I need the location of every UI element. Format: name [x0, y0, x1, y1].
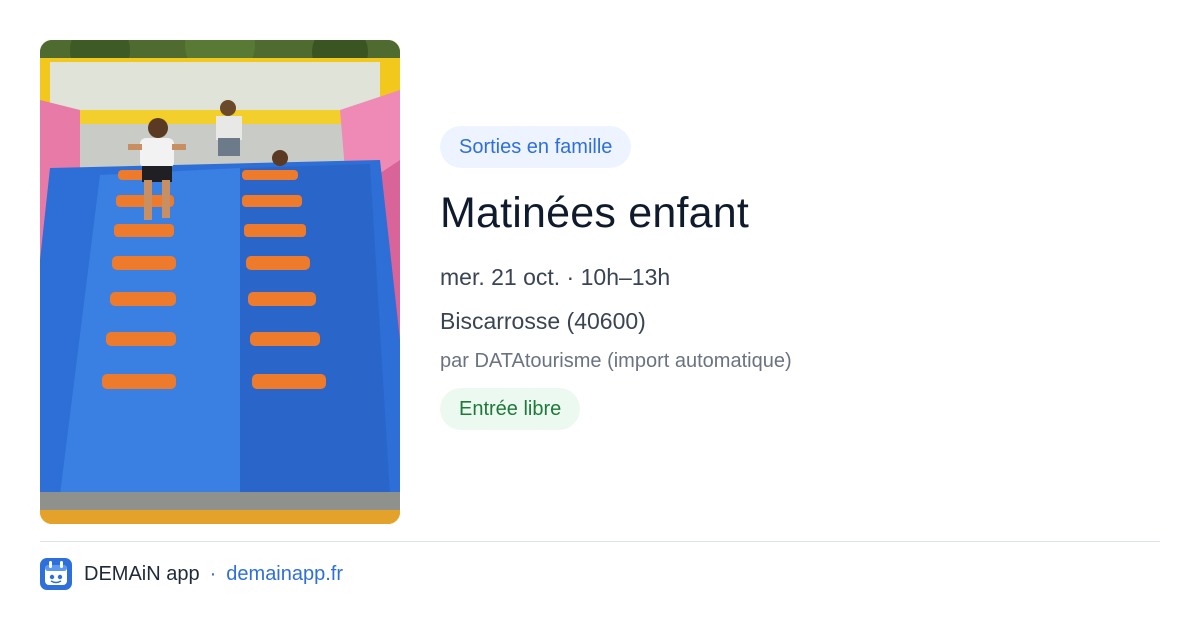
event-date-time: mer. 21 oct. · 10h–13h — [440, 264, 671, 290]
app-url-link[interactable]: demainapp.fr — [226, 563, 343, 586]
footer: DEMAiN app · demainapp.fr — [40, 558, 343, 590]
event-location: Biscarrosse (40600) — [440, 308, 646, 334]
app-name: DEMAiN app — [84, 562, 200, 585]
category-chip[interactable]: Sorties en famille — [440, 126, 632, 168]
footer-separator: · — [209, 562, 217, 585]
event-photo — [40, 40, 400, 524]
price-chip: Entrée libre — [440, 388, 581, 430]
event-title: Matinées enfant — [440, 189, 749, 237]
footer-divider — [40, 541, 1160, 542]
event-source: par DATAtourisme (import automatique) — [440, 350, 792, 372]
demain-app-logo-icon — [40, 558, 72, 590]
event-info: Sorties en famille Matinées enfant mer. … — [440, 126, 1160, 430]
